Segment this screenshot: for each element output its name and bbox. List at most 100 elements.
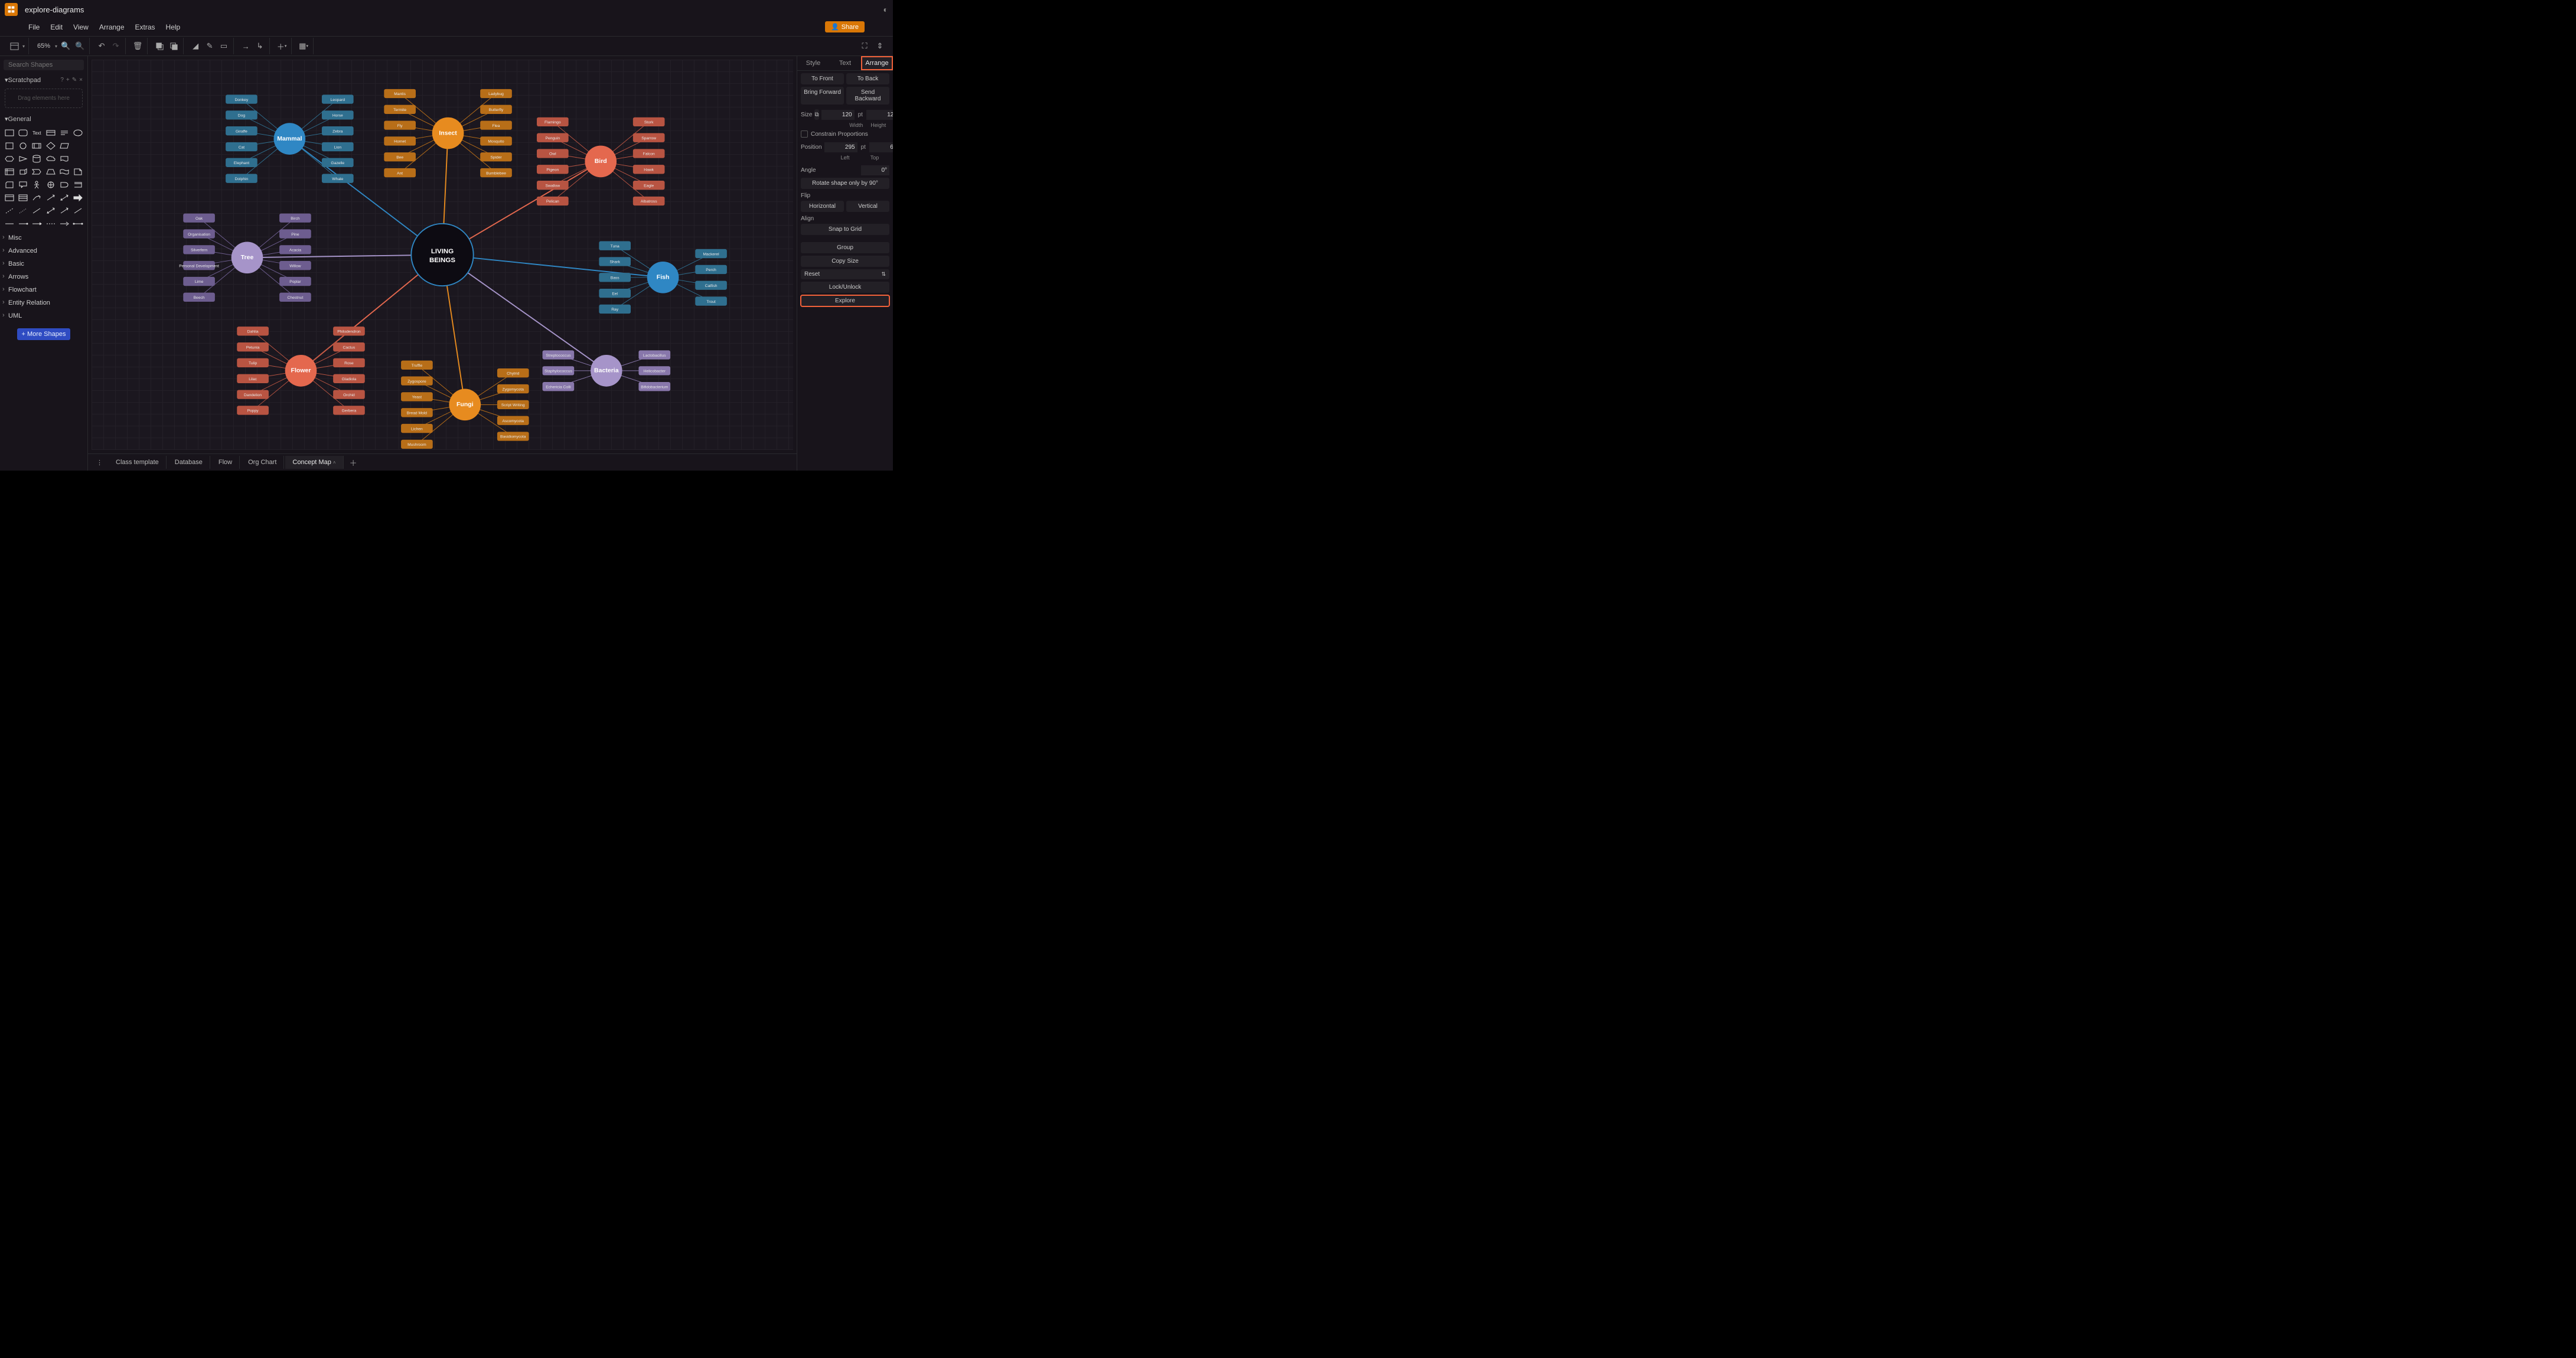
send-backward-button[interactable]: Send Backward	[846, 87, 889, 105]
menu-view[interactable]: View	[73, 23, 89, 31]
insert-icon[interactable]: ＋▾	[276, 40, 288, 52]
shape-square[interactable]	[4, 141, 15, 151]
scratchpad-header[interactable]: ▾ Scratchpad ? + ✎ ×	[0, 74, 87, 86]
shape-arrow-thick[interactable]	[73, 192, 84, 203]
shape-link1[interactable]	[4, 218, 15, 229]
shape-dotted-line[interactable]	[17, 205, 28, 216]
shape-link4[interactable]	[45, 218, 56, 229]
undo-icon[interactable]: ↶	[96, 40, 107, 52]
category-advanced[interactable]: Advanced	[0, 244, 87, 257]
waypoint-icon[interactable]: ↳	[254, 40, 266, 52]
shape-cube[interactable]	[17, 167, 28, 177]
shape-datastore[interactable]	[73, 179, 84, 190]
page-tab[interactable]: Class template	[109, 456, 167, 469]
to-front-button[interactable]: To Front	[801, 73, 844, 84]
collapse-icon[interactable]: ⇕	[874, 40, 886, 52]
page-tab[interactable]: Org Chart	[241, 456, 284, 469]
shape-rounded[interactable]	[17, 128, 28, 138]
help-icon[interactable]: ?	[60, 77, 64, 83]
shape-hexagon[interactable]	[4, 154, 15, 164]
category-misc[interactable]: Misc	[0, 231, 87, 244]
shape-link2[interactable]	[17, 218, 28, 229]
view-mode-button[interactable]	[8, 40, 20, 52]
menu-extras[interactable]: Extras	[135, 23, 155, 31]
category-uml[interactable]: UML	[0, 309, 87, 322]
shape-text[interactable]: Text	[31, 128, 43, 138]
pos-x-input[interactable]	[824, 142, 857, 152]
explore-button[interactable]: Explore	[801, 295, 889, 306]
category-entity-relation[interactable]: Entity Relation	[0, 296, 87, 309]
lock-unlock-button[interactable]: Lock/Unlock	[801, 282, 889, 293]
shape-cylinder[interactable]	[31, 154, 43, 164]
shape-line4[interactable]	[73, 205, 84, 216]
to-front-icon[interactable]	[154, 40, 165, 52]
shape-link5[interactable]	[58, 218, 70, 229]
shape-diamond[interactable]	[45, 141, 56, 151]
shape-step[interactable]	[31, 167, 43, 177]
shape-bidir-arrow[interactable]	[58, 192, 70, 203]
constrain-proportions-checkbox[interactable]: Constrain Proportions	[801, 130, 889, 138]
edit-icon[interactable]: ✎	[72, 77, 77, 83]
category-flowchart[interactable]: Flowchart	[0, 283, 87, 296]
shape-line2[interactable]	[31, 205, 43, 216]
fill-color-icon[interactable]: ◢	[190, 40, 201, 52]
width-input[interactable]	[821, 110, 855, 120]
shape-link3[interactable]	[31, 218, 43, 229]
rotate-90-button[interactable]: Rotate shape only by 90°	[801, 178, 889, 189]
flip-horizontal-button[interactable]: Horizontal	[801, 201, 844, 212]
app-logo[interactable]	[5, 3, 18, 16]
height-input[interactable]	[866, 110, 893, 120]
group-button[interactable]: Group	[801, 242, 889, 253]
flip-vertical-button[interactable]: Vertical	[846, 201, 889, 212]
shape-process[interactable]	[31, 141, 43, 151]
theme-toggle-icon[interactable]: ◐	[883, 5, 888, 14]
zoom-out-icon[interactable]: 🔍	[74, 40, 86, 52]
pos-y-input[interactable]	[869, 142, 893, 152]
shape-line3[interactable]	[58, 205, 70, 216]
connection-icon[interactable]: →	[240, 40, 252, 52]
shape-list[interactable]	[17, 192, 28, 203]
to-back-button[interactable]: To Back	[846, 73, 889, 84]
shape-or[interactable]	[45, 179, 56, 190]
diagram[interactable]: LIVINGBEINGSDonkeyDogGiraffeCatElephantD…	[92, 60, 793, 450]
fullscreen-icon[interactable]: ⛶	[859, 40, 870, 52]
shape-search-input[interactable]	[7, 61, 93, 69]
shape-callout[interactable]	[17, 179, 28, 190]
angle-input[interactable]	[861, 165, 889, 175]
shape-ellipse[interactable]	[73, 128, 84, 138]
menu-file[interactable]: File	[28, 23, 40, 31]
general-header[interactable]: ▾ General	[0, 113, 87, 125]
more-shapes-button[interactable]: + More Shapes	[17, 328, 71, 340]
zoom-in-icon[interactable]: 🔍	[60, 40, 71, 52]
copy-size-icon[interactable]: ⧉	[814, 109, 819, 120]
shape-container[interactable]	[4, 192, 15, 203]
share-button[interactable]: 👤 Share	[825, 21, 865, 32]
shape-textbox[interactable]	[45, 128, 56, 138]
shape-blank2[interactable]	[73, 154, 84, 164]
page-tab[interactable]: Database	[168, 456, 210, 469]
panel-tab-arrange[interactable]: Arrange	[861, 56, 893, 70]
shape-triangle[interactable]	[17, 154, 28, 164]
zoom-level[interactable]: 65%	[35, 43, 53, 50]
shape-note[interactable]	[73, 167, 84, 177]
page-tab-active[interactable]: Concept Map ˄	[285, 456, 343, 469]
shape-circle[interactable]	[17, 141, 28, 151]
shape-heading[interactable]	[58, 128, 70, 138]
shape-search[interactable]: 🔍	[4, 60, 84, 70]
delete-icon[interactable]: 🗑	[132, 40, 144, 52]
shape-dashed-line[interactable]	[4, 205, 15, 216]
shape-parallel[interactable]	[58, 141, 70, 151]
snap-to-grid-button[interactable]: Snap to Grid	[801, 224, 889, 235]
redo-icon[interactable]: ↷	[110, 40, 122, 52]
page-tab[interactable]: Flow	[211, 456, 240, 469]
add-icon[interactable]: +	[66, 77, 70, 83]
shape-curve-arrow[interactable]	[31, 192, 43, 203]
shape-cloud[interactable]	[45, 154, 56, 164]
category-arrows[interactable]: Arrows	[0, 270, 87, 283]
shape-card[interactable]	[4, 179, 15, 190]
shape-blank[interactable]	[73, 141, 84, 151]
category-basic[interactable]: Basic	[0, 257, 87, 270]
shadow-icon[interactable]: ▭	[218, 40, 230, 52]
copy-size-button[interactable]: Copy Size	[801, 256, 889, 267]
shape-actor[interactable]	[31, 179, 43, 190]
